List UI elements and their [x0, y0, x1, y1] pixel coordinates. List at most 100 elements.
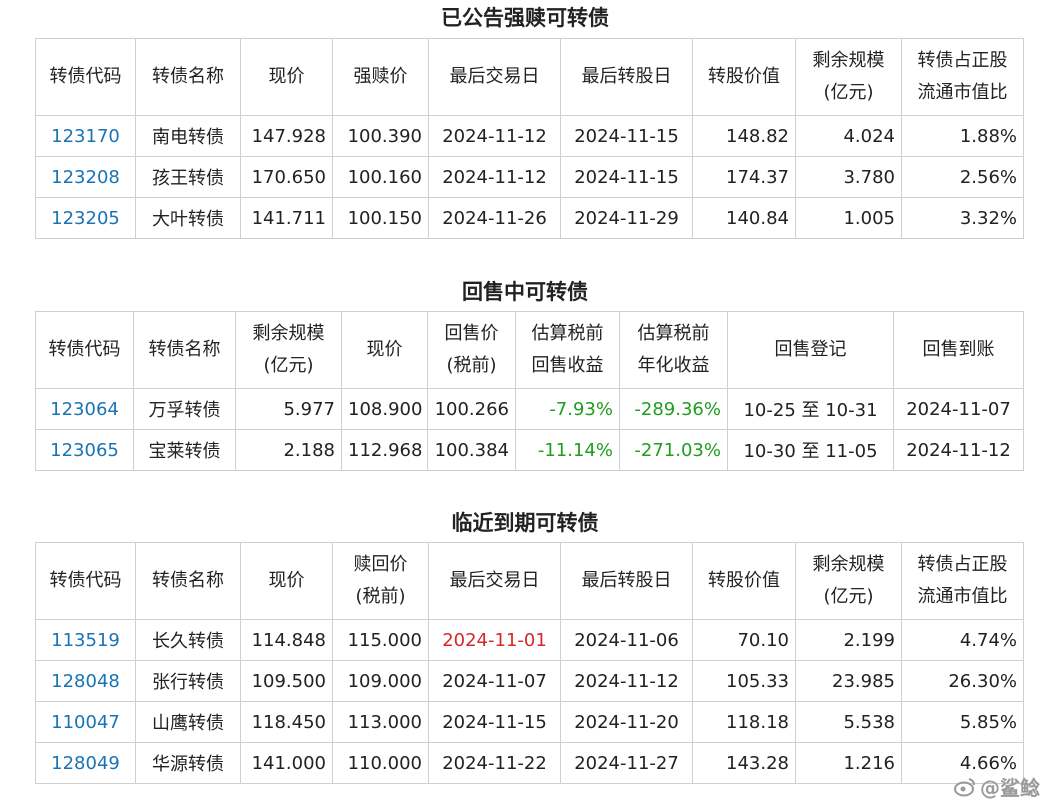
- table-cell: 118.18: [692, 701, 796, 743]
- table-cell: 100.390: [332, 115, 429, 157]
- table-cell: 141.000: [240, 742, 333, 784]
- redeem-header-cell: 最后交易日: [428, 38, 561, 116]
- maturity-body: 113519 长久转债 114.848 115.000 2024-11-01 2024-1…: [35, 619, 1024, 784]
- table-cell: 1.005: [795, 197, 902, 239]
- table-cell: 100.160: [332, 156, 429, 198]
- maturity-header-cell: 现价: [240, 542, 333, 620]
- table-cell: 3.32%: [901, 197, 1024, 239]
- redeem-header-cell: 现价: [240, 38, 333, 116]
- bond-name: 山鹰转债: [135, 701, 241, 743]
- table-cell: 4.024: [795, 115, 902, 157]
- bond-code-link[interactable]: 123065: [35, 429, 134, 471]
- table-cell: 2024-11-12: [893, 429, 1024, 471]
- table-cell: 2024-11-27: [560, 742, 693, 784]
- table-cell: 110.000: [332, 742, 429, 784]
- putback-header-cell: 估算税前 回售收益: [515, 311, 620, 389]
- table-row: 123065 宝莱转债 2.188 112.968 100.384 -11.14% -271…: [35, 429, 1024, 471]
- putback-table: 转债代码 转债名称 剩余规模 (亿元) 现价 回售价 (税前) 估算税前 回售收益 估算税前…: [35, 311, 1024, 471]
- putback-body: 123064 万孚转债 5.977 108.900 100.266 -7.93% -289.…: [35, 388, 1024, 471]
- table-row: 123064 万孚转债 5.977 108.900 100.266 -7.93% -289.…: [35, 388, 1024, 430]
- redeem-header-cell: 转债占正股 流通市值比: [901, 38, 1024, 116]
- bond-code-link[interactable]: 113519: [35, 619, 136, 661]
- table-cell: 105.33: [692, 660, 796, 702]
- table-cell: 10-25 至 10-31: [727, 388, 894, 430]
- bond-code-link[interactable]: 128048: [35, 660, 136, 702]
- table-cell: 5.977: [235, 388, 342, 430]
- maturity-header-cell: 赎回价 (税前): [332, 542, 429, 620]
- putback-header-cell: 现价: [341, 311, 428, 389]
- redeem-header-cell: 剩余规模 (亿元): [795, 38, 902, 116]
- table-cell: 2024-11-12: [428, 156, 561, 198]
- maturity-header-row: 转债代码 转债名称 现价 赎回价 (税前) 最后交易日 最后转股日 转股价值 剩余规模 (亿元…: [35, 542, 1024, 620]
- watermark-text: @鲨鲶: [980, 776, 1040, 800]
- maturity-header-cell: 转债代码: [35, 542, 136, 620]
- table-cell: 3.780: [795, 156, 902, 198]
- putback-header-row: 转债代码 转债名称 剩余规模 (亿元) 现价 回售价 (税前) 估算税前 回售收益 估算税前…: [35, 311, 1024, 389]
- bond-code-link[interactable]: 123205: [35, 197, 136, 239]
- table-cell: 109.500: [240, 660, 333, 702]
- weibo-icon: [954, 777, 976, 797]
- table-cell: 5.538: [795, 701, 902, 743]
- putback-header-cell: 转债代码: [35, 311, 134, 389]
- table-row: 123170 南电转债 147.928 100.390 2024-11-12 2024-1…: [35, 115, 1024, 157]
- table-cell: 143.28: [692, 742, 796, 784]
- table-cell: 140.84: [692, 197, 796, 239]
- table-cell: 2.199: [795, 619, 902, 661]
- table-cell: 115.000: [332, 619, 429, 661]
- table-cell: 108.900: [341, 388, 428, 430]
- maturity-header-cell: 转债占正股 流通市值比: [901, 542, 1024, 620]
- table-cell: 2024-11-15: [560, 115, 693, 157]
- table-cell: -11.14%: [515, 429, 620, 471]
- maturity-header-cell: 转股价值: [692, 542, 796, 620]
- bond-name: 长久转债: [135, 619, 241, 661]
- table-row: 110047 山鹰转债 118.450 113.000 2024-11-15 2024-1…: [35, 701, 1024, 743]
- table-row: 128049 华源转债 141.000 110.000 2024-11-22 2024-1…: [35, 742, 1024, 784]
- table-cell: 148.82: [692, 115, 796, 157]
- table-cell: 2024-11-07: [428, 660, 561, 702]
- section-title-maturity: 临近到期可转债: [451, 511, 599, 535]
- bond-code-link[interactable]: 110047: [35, 701, 136, 743]
- table-row: 123205 大叶转债 141.711 100.150 2024-11-26 2024-1…: [35, 197, 1024, 239]
- bond-code-link[interactable]: 123170: [35, 115, 136, 157]
- bond-name: 南电转债: [135, 115, 241, 157]
- putback-header-cell: 回售价 (税前): [427, 311, 516, 389]
- table-cell: 147.928: [240, 115, 333, 157]
- table-cell: 10-30 至 11-05: [727, 429, 894, 471]
- redeem-body: 123170 南电转债 147.928 100.390 2024-11-12 2024-1…: [35, 115, 1024, 239]
- redeem-header-row: 转债代码 转债名称 现价 强赎价 最后交易日 最后转股日 转股价值 剩余规模 (亿元) 转债占正…: [35, 38, 1024, 116]
- bond-name: 宝莱转债: [133, 429, 236, 471]
- table-cell: 112.968: [341, 429, 428, 471]
- putback-header-cell: 剩余规模 (亿元): [235, 311, 342, 389]
- redeem-header-cell: 转债代码: [35, 38, 136, 116]
- table-row: 123208 孩王转债 170.650 100.160 2024-11-12 2024-1…: [35, 156, 1024, 198]
- table-cell: 2024-11-26: [428, 197, 561, 239]
- maturity-header-cell: 剩余规模 (亿元): [795, 542, 902, 620]
- bond-code-link[interactable]: 123208: [35, 156, 136, 198]
- table-cell: -271.03%: [619, 429, 728, 471]
- bond-name: 大叶转债: [135, 197, 241, 239]
- section-title-putback: 回售中可转债: [462, 280, 588, 304]
- bond-code-link[interactable]: 128049: [35, 742, 136, 784]
- bond-code-link[interactable]: 123064: [35, 388, 134, 430]
- table-cell: 1.88%: [901, 115, 1024, 157]
- table-cell: 70.10: [692, 619, 796, 661]
- table-cell: 26.30%: [901, 660, 1024, 702]
- redeem-header-cell: 强赎价: [332, 38, 429, 116]
- maturity-header-cell: 最后转股日: [560, 542, 693, 620]
- table-cell: 118.450: [240, 701, 333, 743]
- bond-name: 张行转债: [135, 660, 241, 702]
- maturity-header-cell: 最后交易日: [428, 542, 561, 620]
- redeem-header-cell: 转股价值: [692, 38, 796, 116]
- putback-header-cell: 估算税前 年化收益: [619, 311, 728, 389]
- table-cell: 2024-11-06: [560, 619, 693, 661]
- table-cell: 2024-11-07: [893, 388, 1024, 430]
- table-cell: 2024-11-29: [560, 197, 693, 239]
- bond-name: 孩王转债: [135, 156, 241, 198]
- table-cell: 141.711: [240, 197, 333, 239]
- table-cell: 109.000: [332, 660, 429, 702]
- table-cell: 114.848: [240, 619, 333, 661]
- maturity-header-cell: 转债名称: [135, 542, 241, 620]
- putback-header-cell: 转债名称: [133, 311, 236, 389]
- table-cell: 2024-11-01: [428, 619, 561, 661]
- table-row: 113519 长久转债 114.848 115.000 2024-11-01 2024-1…: [35, 619, 1024, 661]
